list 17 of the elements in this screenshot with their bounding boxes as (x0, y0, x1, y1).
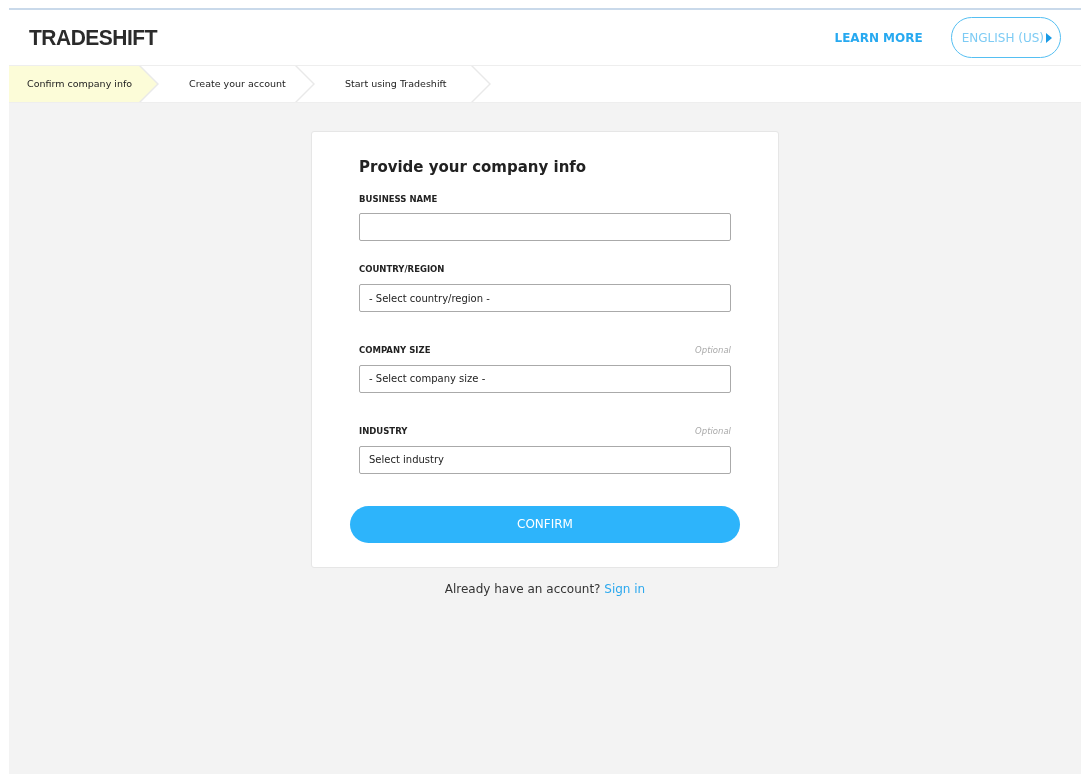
field-label: BUSINESS NAME (359, 192, 438, 206)
optional-label: Optional (695, 424, 731, 438)
form-title: Provide your company info (359, 157, 588, 178)
progress-step[interactable]: Start using Tradeshift (315, 66, 491, 102)
input-field[interactable]: - Select company size - (359, 364, 731, 393)
input-field[interactable] (359, 213, 731, 242)
field-label: INDUSTRY (359, 424, 408, 438)
field-label: COUNTRY/REGION (359, 263, 445, 276)
sign-in-prompt: Already have an account? Sign in (444, 580, 646, 598)
progress-step[interactable]: Create your account (159, 66, 315, 102)
progress-step[interactable]: Confirm company info (9, 66, 159, 102)
field-label: COMPANY SIZE (359, 344, 431, 357)
optional-label: Optional (695, 344, 731, 357)
caret-icon (1046, 32, 1052, 43)
input-field[interactable]: - Select country/region - (359, 284, 731, 312)
input-field[interactable]: Select industry (359, 445, 731, 474)
logo: TRADESHIFT (29, 24, 157, 52)
